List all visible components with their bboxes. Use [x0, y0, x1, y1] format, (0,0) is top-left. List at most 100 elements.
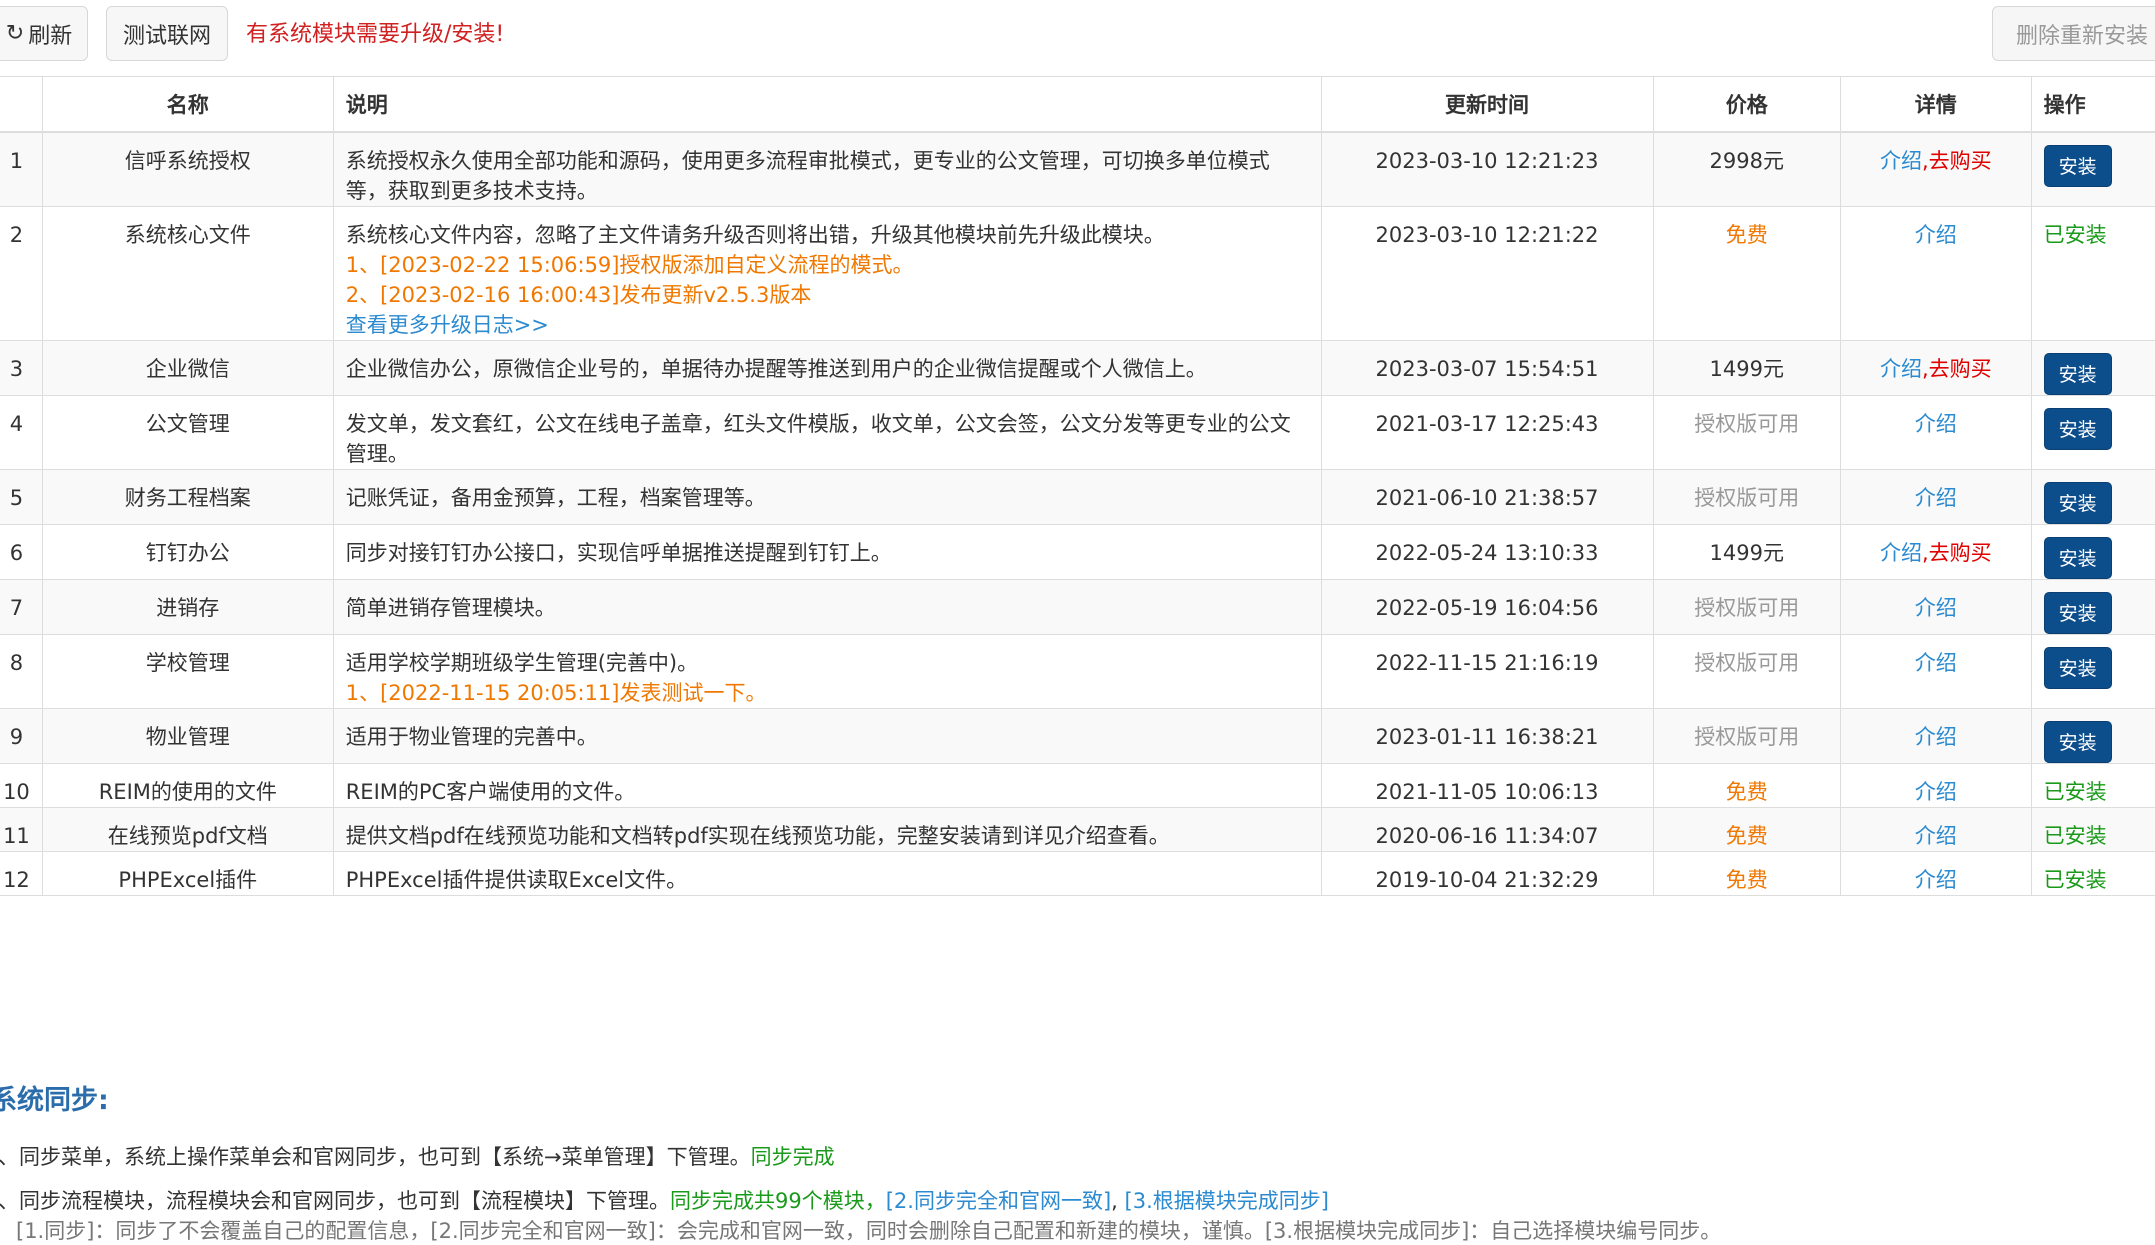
- module-desc-text: PHPExcel插件提供读取Excel文件。: [345, 868, 688, 892]
- buy-link[interactable]: ,去购买: [1922, 541, 1992, 565]
- sync-flow-text: 、同步流程模块，流程模块会和官网同步，也可到【流程模块】下管理。: [0, 1189, 670, 1213]
- row-index: 9: [0, 708, 43, 764]
- action-cell: 已安装: [2030, 807, 2155, 852]
- sync-by-module-link[interactable]: [3.根据模块完成同步]: [1125, 1189, 1329, 1213]
- detail-cell: 介绍: [1840, 469, 2032, 525]
- update-time: 2022-05-24 13:10:33: [1320, 524, 1654, 580]
- price-cell: 免费: [1652, 851, 1842, 896]
- price-cell: 授权版可用: [1652, 634, 1842, 709]
- update-log-line: 2、[2023-02-16 16:00:43]发布更新v2.5.3版本: [345, 283, 812, 307]
- price-cell: 授权版可用: [1652, 579, 1842, 635]
- row-index: 4: [0, 395, 43, 470]
- detail-cell: 介绍,去购买: [1840, 524, 2032, 580]
- module-desc: 记账凭证，备用金预算，工程，档案管理等。: [332, 469, 1322, 525]
- intro-link[interactable]: 介绍: [1915, 596, 1957, 620]
- intro-link[interactable]: 介绍: [1915, 868, 1957, 892]
- table-row: 10 REIM的使用的文件 REIM的PC客户端使用的文件。 2021-11-05 1…: [0, 763, 2155, 808]
- intro-link[interactable]: 介绍: [1880, 541, 1922, 565]
- row-index: 2: [0, 206, 43, 341]
- test-network-button[interactable]: 测试联网: [106, 6, 228, 61]
- action-cell: 已安装: [2030, 763, 2155, 808]
- installed-status: 已安装: [2043, 780, 2107, 804]
- install-button[interactable]: 安装: [2043, 537, 2112, 579]
- refresh-label: 刷新: [28, 23, 73, 49]
- table-row: 3 企业微信 企业微信办公，原微信企业号的，单据待办提醒等推送到用户的企业微信提醒或…: [0, 340, 2155, 396]
- install-button[interactable]: 安装: [2043, 482, 2112, 524]
- price-value: 2998元: [1709, 149, 1784, 173]
- refresh-button[interactable]: ↻ 刷新: [0, 6, 88, 61]
- buy-link[interactable]: ,去购买: [1922, 357, 1992, 381]
- detail-cell: 介绍,去购买: [1840, 340, 2032, 396]
- buy-link[interactable]: ,去购买: [1922, 149, 1992, 173]
- module-name: 财务工程档案: [41, 469, 334, 525]
- detail-cell: 介绍: [1840, 807, 2032, 852]
- intro-link[interactable]: 介绍: [1915, 824, 1957, 848]
- intro-link[interactable]: 介绍: [1915, 486, 1957, 510]
- row-index: 5: [0, 469, 43, 525]
- intro-link[interactable]: 介绍: [1915, 725, 1957, 749]
- table-row: 4 公文管理 发文单，发文套红，公文在线电子盖章，红头文件模版，收文单，公文会签，公…: [0, 395, 2155, 470]
- sync-full-link[interactable]: [2.同步完全和官网一致]: [886, 1189, 1111, 1213]
- toolbar: ↻ 刷新 测试联网 有系统模块需要升级/安装! 删除重新安装: [0, 0, 2155, 76]
- action-cell: 已安装: [2030, 206, 2155, 341]
- detail-cell: 介绍: [1840, 708, 2032, 764]
- module-name: PHPExcel插件: [41, 851, 334, 896]
- install-button[interactable]: 安装: [2043, 721, 2112, 763]
- install-button[interactable]: 安装: [2043, 408, 2112, 450]
- module-name: 学校管理: [41, 634, 334, 709]
- action-cell: 安装: [2030, 395, 2155, 470]
- module-desc: 适用学校学期班级学生管理(完善中)。 1、[2022-11-15 20:05:11…: [332, 634, 1322, 709]
- reinstall-button[interactable]: 删除重新安装: [1992, 6, 2155, 61]
- install-button[interactable]: 安装: [2043, 145, 2112, 187]
- price-value: 免费: [1725, 868, 1768, 892]
- module-desc: 提供文档pdf在线预览功能和文档转pdf实现在线预览功能，完整安装请到详见介绍查…: [332, 807, 1322, 852]
- sync-note: [1.同步]：同步了不会覆盖自己的配置信息，[2.同步完全和官网一致]：会完成和…: [16, 1219, 1722, 1243]
- module-desc-text: 同步对接钉钉办公接口，实现信呼单据推送提醒到钉钉上。: [345, 541, 892, 565]
- price-value: 授权版可用: [1694, 596, 1800, 620]
- action-cell: 安装: [2030, 131, 2155, 207]
- intro-link[interactable]: 介绍: [1880, 357, 1922, 381]
- detail-cell: 介绍: [1840, 395, 2032, 470]
- price-value: 免费: [1725, 824, 1768, 848]
- install-button[interactable]: 安装: [2043, 353, 2112, 395]
- intro-link[interactable]: 介绍: [1915, 412, 1957, 436]
- reinstall-label: 删除重新安装: [2015, 23, 2148, 49]
- intro-link[interactable]: 介绍: [1880, 149, 1922, 173]
- price-cell: 授权版可用: [1652, 469, 1842, 525]
- header-op: 操作: [2030, 76, 2155, 133]
- price-value: 授权版可用: [1694, 486, 1800, 510]
- price-cell: 免费: [1652, 206, 1842, 341]
- intro-link[interactable]: 介绍: [1915, 651, 1957, 675]
- module-desc: 发文单，发文套红，公文在线电子盖章，红头文件模版，收文单，公文会签，公文分发等更…: [332, 395, 1322, 470]
- sync-menu-status: 同步完成: [750, 1145, 835, 1169]
- action-cell: 安装: [2030, 708, 2155, 764]
- install-button[interactable]: 安装: [2043, 592, 2112, 634]
- intro-link[interactable]: 介绍: [1915, 780, 1957, 804]
- action-cell: 安装: [2030, 469, 2155, 525]
- update-time: 2021-06-10 21:38:57: [1320, 469, 1654, 525]
- table-row: 7 进销存 简单进销存管理模块。 2022-05-19 16:04:56 授权版可用 介绍…: [0, 579, 2155, 635]
- detail-cell: 介绍,去购买: [1840, 131, 2032, 207]
- module-name: 公文管理: [41, 395, 334, 470]
- sync-flow-line: 、同步流程模块，流程模块会和官网同步，也可到【流程模块】下管理。同步完成共99个…: [0, 1189, 1329, 1213]
- price-value: 授权版可用: [1694, 412, 1800, 436]
- test-network-label: 测试联网: [122, 23, 211, 49]
- detail-cell: 介绍: [1840, 851, 2032, 896]
- module-desc: 系统授权永久使用全部功能和源码，使用更多流程审批模式，更专业的公文管理，可切换多…: [332, 131, 1322, 207]
- module-desc: 适用于物业管理的完善中。: [332, 708, 1322, 764]
- update-time: 2023-03-07 15:54:51: [1320, 340, 1654, 396]
- module-name: 系统核心文件: [41, 206, 334, 341]
- row-index: 3: [0, 340, 43, 396]
- row-index: 7: [0, 579, 43, 635]
- action-cell: 安装: [2030, 340, 2155, 396]
- module-name: 企业微信: [41, 340, 334, 396]
- installed-status: 已安装: [2043, 868, 2107, 892]
- row-index: 8: [0, 634, 43, 709]
- price-cell: 授权版可用: [1652, 708, 1842, 764]
- intro-link[interactable]: 介绍: [1915, 223, 1957, 247]
- table-row: 5 财务工程档案 记账凭证，备用金预算，工程，档案管理等。 2021-06-10 21…: [0, 469, 2155, 525]
- sync-title: 系统同步:: [0, 1085, 109, 1116]
- module-desc-text: 系统核心文件内容，忽略了主文件请务升级否则将出错，升级其他模块前先升级此模块。: [345, 223, 1165, 247]
- more-log-link[interactable]: 查看更多升级日志>>: [346, 310, 1309, 340]
- install-button[interactable]: 安装: [2043, 647, 2112, 689]
